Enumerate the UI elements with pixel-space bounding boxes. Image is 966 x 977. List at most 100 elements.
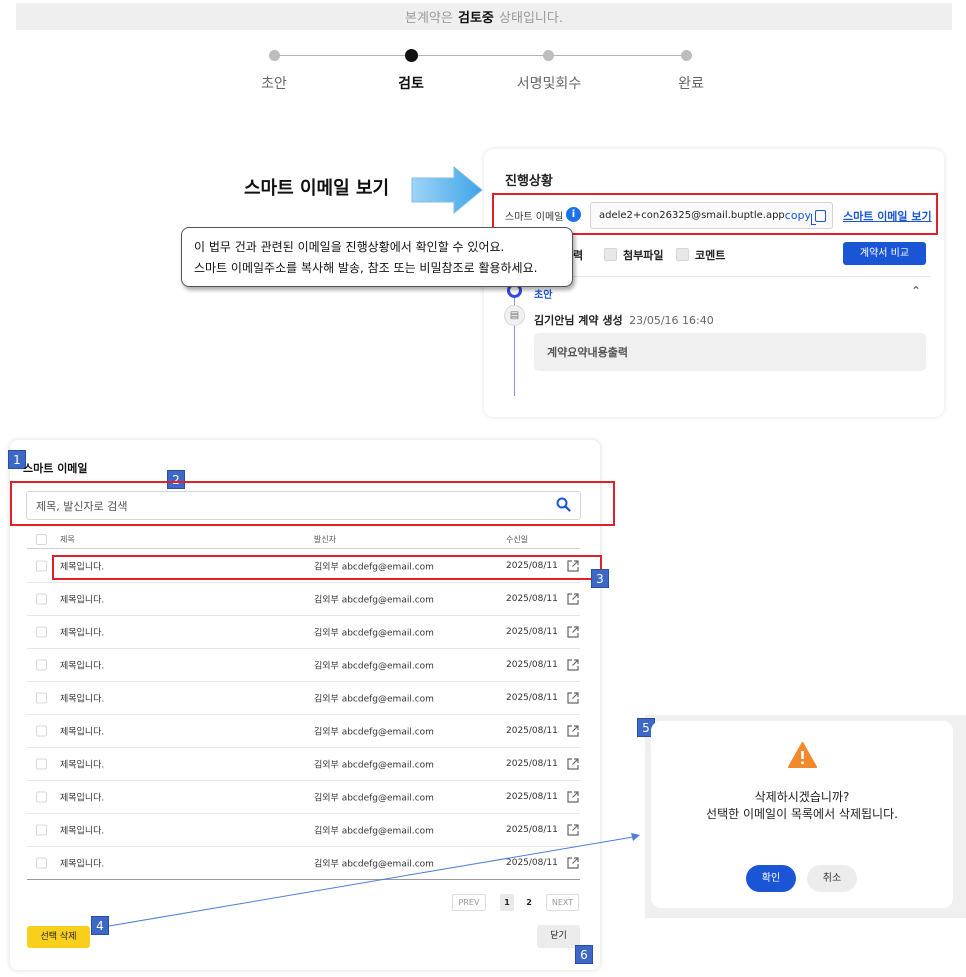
search-icon[interactable] [556,497,571,512]
row-checkbox[interactable] [36,626,47,638]
smart-email-label: 스마트 이메일 [505,212,564,223]
row-date: 2025/08/11 [506,726,558,736]
row-subject: 제목입니다. [60,859,105,870]
table-row[interactable]: 제목입니다. 김외부 abcdefg@email.com 2025/08/11 [27,715,580,748]
delete-selected-button[interactable]: 선택 삭제 [27,926,90,948]
select-all-checkbox[interactable] [36,534,47,545]
view-smart-email-link[interactable]: 스마트 이메일 보기 [843,208,932,224]
table-row[interactable]: 제목입니다. 김외부 abcdefg@email.com 2025/08/11 [27,781,580,814]
open-external-icon[interactable] [567,626,579,638]
row-sender: 김외부 abcdefg@email.com [314,727,434,738]
row-sender: 김외부 abcdefg@email.com [314,595,434,606]
annotation-badge-3: 3 [591,569,609,588]
column-subject: 제목 [60,535,75,544]
email-table-header: 제목 발신자 수신일 [27,531,580,549]
search-placeholder: 제목, 발신자로 검색 [36,499,128,513]
column-date: 수신일 [506,535,529,544]
row-subject: 제목입니다. [60,595,105,606]
step-label-draft: 초안 [261,76,287,92]
copy-label: copy [784,209,812,222]
step-dot-sign [543,50,554,61]
row-subject: 제목입니다. [60,826,105,837]
open-external-icon[interactable] [567,692,579,704]
row-checkbox[interactable] [36,659,47,671]
smart-email-tooltip: 이 법무 건과 관련된 이메일을 진행상황에서 확인할 수 있어요. 스마트 이… [181,227,573,287]
step-label-review: 검토 [398,76,424,92]
row-date: 2025/08/11 [506,627,558,637]
contract-status-banner: 본계약은 검토중 상태입니다. [16,3,952,30]
confirm-line-2: 선택한 이메일이 목록에서 삭제됩니다. [706,807,898,821]
confirm-message: 삭제하시겠습니까? 선택한 이메일이 목록에서 삭제됩니다. [651,789,953,823]
timeline-stage-label: 초안 [534,290,553,301]
email-search-input[interactable]: 제목, 발신자로 검색 [26,491,581,520]
step-dot-draft [269,50,280,61]
filter-history-label: 력 [573,249,584,262]
smart-email-modal-title: 스마트 이메일 [23,462,88,475]
callout-title: 스마트 이메일 보기 [244,178,390,199]
open-external-icon[interactable] [567,593,579,605]
row-checkbox[interactable] [36,758,47,770]
confirm-ok-button[interactable]: 확인 [746,865,796,892]
open-external-icon[interactable] [567,725,579,737]
table-row[interactable]: 제목입니다. 김외부 abcdefg@email.com 2025/08/11 [27,583,580,616]
tooltip-line-1: 이 법무 건과 관련된 이메일을 진행상황에서 확인할 수 있어요. [194,240,505,254]
open-external-icon[interactable] [567,791,579,803]
row-sender: 김외부 abcdefg@email.com [314,628,434,639]
filter-comment-label: 코멘트 [695,249,726,262]
row-sender: 김외부 abcdefg@email.com [314,793,434,804]
smart-email-field[interactable]: adele2+con26325@smail.buptle.app copy [590,202,833,229]
row-sender: 김외부 abcdefg@email.com [314,694,434,705]
row-subject: 제목입니다. [60,760,105,771]
open-external-icon[interactable] [567,659,579,671]
copy-icon [811,209,827,225]
timeline-event: 김기안님 계약 생성 23/05/16 16:40 [534,312,714,328]
row-date: 2025/08/11 [506,759,558,769]
tooltip-line-2: 스마트 이메일주소를 복사해 발송, 참조 또는 비밀참조로 활용하세요. [194,261,538,275]
info-icon[interactable]: i [566,207,581,222]
event-text: 김기안님 계약 생성 [534,314,623,327]
filter-comment-checkbox[interactable] [676,248,689,261]
row-checkbox[interactable] [36,791,47,803]
status-suffix: 상태입니다. [499,11,563,26]
confirm-line-1: 삭제하시겠습니까? [754,790,850,804]
table-row[interactable]: 제목입니다. 김외부 abcdefg@email.com 2025/08/11 [27,682,580,715]
row-date: 2025/08/11 [506,594,558,604]
table-row[interactable]: 제목입니다. 김외부 abcdefg@email.com 2025/08/11 [27,649,580,682]
stepper-track [274,55,686,56]
row-date: 2025/08/11 [506,660,558,670]
filter-attachment-checkbox[interactable] [604,248,617,261]
callout-arrow-icon [411,165,483,215]
row-subject: 제목입니다. [60,727,105,738]
step-label-done: 완료 [678,76,704,92]
table-row[interactable]: 제목입니다. 김외부 abcdefg@email.com 2025/08/11 [27,616,580,649]
smart-email-value: adele2+con26325@smail.buptle.app [599,210,785,221]
status-prefix: 본계약은 [405,11,453,26]
row-date: 2025/08/11 [506,693,558,703]
event-time: 23/05/16 16:40 [629,314,714,327]
filter-attachment-label: 첨부파일 [623,249,664,262]
row-subject: 제목입니다. [60,628,105,639]
copy-button[interactable]: copy [784,209,827,225]
row-sender: 김외부 abcdefg@email.com [314,760,434,771]
compare-contract-button[interactable]: 계약서 비교 [843,242,926,265]
progress-panel-title: 진행상황 [505,174,553,189]
annotation-badge-6: 6 [575,945,593,964]
connector-arrow [108,833,640,927]
row-date: 2025/08/11 [506,792,558,802]
open-external-icon[interactable] [567,758,579,770]
row-checkbox[interactable] [36,560,47,572]
table-row[interactable]: 제목입니다. 김외부 abcdefg@email.com 2025/08/11 [27,748,580,781]
step-dot-review [405,49,418,62]
row-subject: 제목입니다. [60,694,105,705]
row-checkbox[interactable] [36,824,47,836]
row-checkbox[interactable] [36,593,47,605]
row-checkbox[interactable] [36,857,47,869]
status-highlight: 검토중 [458,11,494,26]
row-subject: 제목입니다. [60,793,105,804]
row-checkbox[interactable] [36,692,47,704]
collapse-chevron-icon[interactable]: ⌃ [911,284,921,298]
confirm-cancel-button[interactable]: 취소 [807,865,857,892]
row-checkbox[interactable] [36,725,47,737]
document-icon: ▤ [504,305,525,326]
highlight-first-row [52,555,602,580]
